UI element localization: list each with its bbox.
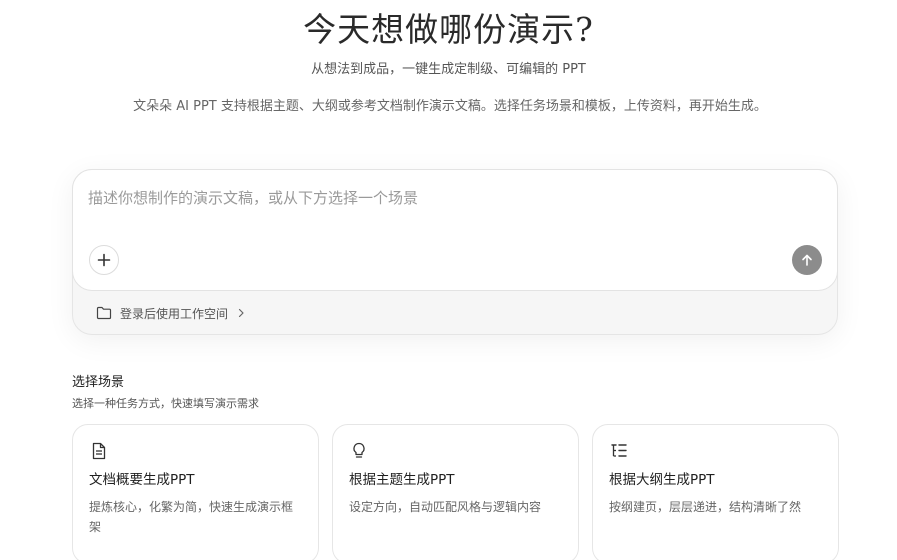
- scene-card-title: 根据大纲生成PPT: [609, 472, 715, 488]
- scene-card-description: 按纲建页，层层递进，结构清晰了然: [609, 500, 802, 514]
- prompt-composer: 描述你想制作的演示文稿，或从下方选择一个场景 登录后使用工作空间: [72, 169, 838, 335]
- scene-card-title: 文档概要生成PPT: [89, 472, 195, 488]
- workspace-login-link[interactable]: 登录后使用工作空间: [96, 304, 246, 322]
- add-attachment-button[interactable]: [89, 245, 119, 275]
- scene-card-title: 根据主题生成PPT: [349, 472, 455, 488]
- prompt-input-area[interactable]: 描述你想制作的演示文稿，或从下方选择一个场景: [72, 169, 838, 291]
- scene-card-description: 提炼核心，化繁为简，快速生成演示框架: [89, 500, 294, 534]
- scene-card-document[interactable]: 文档概要生成PPT 提炼核心，化繁为简，快速生成演示框架: [72, 424, 319, 560]
- scenes-subtitle: 选择一种任务方式，快速填写演示需求: [72, 397, 259, 410]
- page: 今天想做哪份演示? 从想法到成品，一键生成定制级、可编辑的 PPT 文朵朵 AI…: [0, 0, 897, 560]
- chevron-right-icon: [236, 308, 246, 318]
- scene-card-outline[interactable]: 根据大纲生成PPT 按纲建页，层层递进，结构清晰了然: [592, 424, 839, 560]
- plus-icon: [97, 253, 111, 267]
- page-subtitle: 从想法到成品，一键生成定制级、可编辑的 PPT: [311, 62, 586, 77]
- page-title: 今天想做哪份演示?: [303, 10, 594, 49]
- page-description: 文朵朵 AI PPT 支持根据主题、大纲或参考文档制作演示文稿。选择任务场景和模…: [133, 99, 767, 114]
- lightbulb-icon: [349, 441, 369, 461]
- workspace-label: 登录后使用工作空间: [120, 306, 229, 321]
- scenes-title: 选择场景: [72, 375, 125, 390]
- outline-list-icon: [609, 441, 629, 461]
- prompt-input[interactable]: 描述你想制作的演示文稿，或从下方选择一个场景: [88, 188, 418, 208]
- scene-card-description: 设定方向，自动匹配风格与逻辑内容: [349, 500, 542, 514]
- folder-icon: [96, 306, 112, 320]
- arrow-up-icon: [802, 254, 812, 266]
- scene-cards: 文档概要生成PPT 提炼核心，化繁为简，快速生成演示框架 根据主题生成PPT 设…: [72, 424, 840, 560]
- send-button[interactable]: [792, 245, 822, 275]
- document-icon: [89, 441, 109, 461]
- scene-card-topic[interactable]: 根据主题生成PPT 设定方向，自动匹配风格与逻辑内容: [332, 424, 579, 560]
